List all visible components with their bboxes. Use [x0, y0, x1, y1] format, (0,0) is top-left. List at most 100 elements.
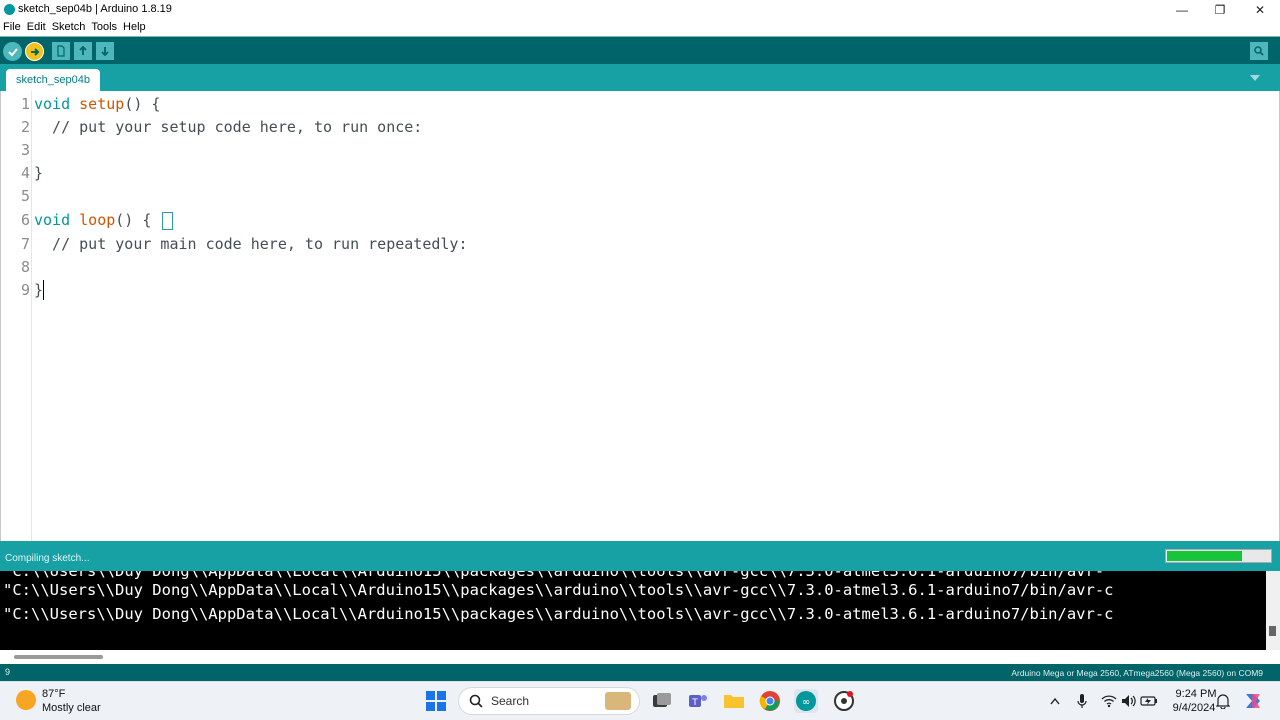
- svg-text:T: T: [691, 698, 698, 708]
- teams-button[interactable]: T: [686, 689, 710, 713]
- menu-sketch[interactable]: Sketch: [49, 20, 89, 36]
- code-line: }: [34, 164, 44, 182]
- line-number: 6: [20, 211, 30, 229]
- copilot-icon: [1246, 694, 1260, 708]
- progress-fill: [1167, 551, 1242, 561]
- editor-scrollbar[interactable]: [1267, 91, 1279, 541]
- copilot-button[interactable]: [1242, 690, 1264, 712]
- microphone-button[interactable]: [1073, 692, 1091, 710]
- arduino-app-icon: [4, 4, 15, 15]
- console-horizontal-scrollbar[interactable]: [0, 650, 1280, 664]
- line-number-gutter: 1 2 3 4 5 6 7 8 9: [2, 91, 32, 541]
- save-icon: [101, 47, 109, 57]
- tab-sketch[interactable]: sketch_sep04b: [6, 69, 100, 91]
- horizontal-scroll-thumb[interactable]: [14, 655, 103, 659]
- search-placeholder: Search: [491, 694, 530, 708]
- teams-icon: T: [689, 695, 707, 708]
- search-highlight-image: [605, 692, 631, 710]
- status-bar: Compiling sketch...: [0, 541, 1280, 571]
- new-icon: [57, 45, 65, 57]
- text-cursor: [43, 280, 44, 300]
- code-line: }: [34, 281, 44, 299]
- menu-edit[interactable]: Edit: [24, 20, 49, 36]
- line-number: 9: [20, 281, 30, 299]
- line-number: 5: [20, 187, 30, 205]
- minimize-button[interactable]: —: [1162, 0, 1202, 20]
- battery-charging-icon: [1140, 696, 1157, 706]
- file-explorer-button[interactable]: [722, 689, 746, 713]
- wifi-icon: [1101, 695, 1117, 708]
- title-bar: sketch_sep04b | Arduino 1.8.19 — ❐ ✕: [0, 0, 1280, 20]
- line-number: 2: [20, 118, 30, 136]
- obs-button[interactable]: [832, 689, 856, 713]
- battery-button[interactable]: [1140, 692, 1158, 710]
- microphone-icon: [1077, 694, 1087, 708]
- code-editor[interactable]: 1 2 3 4 5 6 7 8 9 void setup() { // put …: [0, 91, 1280, 541]
- serial-monitor-button[interactable]: [1250, 42, 1268, 60]
- folder-icon: [724, 695, 744, 708]
- tab-bar: sketch_sep04b: [0, 64, 1280, 91]
- windows-taskbar: 87°F Mostly clear Search T ∞ 9:24 PM 9/4…: [0, 681, 1280, 720]
- chevron-up-icon: [1050, 697, 1060, 705]
- console-line: "C:\\Users\\Duy Dong\\AppData\\Local\\Ar…: [3, 605, 1114, 623]
- board-port-info: Arduino Mega or Mega 2560, ATmega2560 (M…: [1011, 668, 1263, 678]
- upload-button[interactable]: [25, 42, 44, 61]
- menu-tools[interactable]: Tools: [88, 20, 120, 36]
- weather-moon-icon[interactable]: [16, 690, 36, 710]
- code-line: void setup() {: [34, 95, 161, 113]
- menu-bar: File Edit Sketch Tools Help: [0, 20, 1280, 36]
- open-button[interactable]: [74, 42, 92, 60]
- toolbar: [0, 36, 1280, 64]
- task-view-icon: [653, 693, 671, 707]
- open-icon: [79, 45, 87, 55]
- console-scrollbar[interactable]: [1266, 571, 1280, 650]
- window-title: sketch_sep04b | Arduino 1.8.19: [18, 3, 172, 15]
- search-icon: [469, 694, 483, 708]
- volume-button[interactable]: [1120, 692, 1138, 710]
- maximize-button[interactable]: ❐: [1200, 0, 1240, 20]
- weather-description[interactable]: Mostly clear: [42, 702, 101, 714]
- code-line: void loop() {: [34, 211, 152, 229]
- verify-button[interactable]: [3, 42, 22, 61]
- status-message: Compiling sketch...: [5, 553, 90, 564]
- chevron-down-icon: [1250, 75, 1260, 81]
- taskbar-search-box[interactable]: Search: [458, 687, 640, 715]
- menu-help[interactable]: Help: [120, 20, 149, 36]
- wifi-button[interactable]: [1100, 692, 1118, 710]
- verify-icon: [7, 47, 18, 56]
- chrome-icon: [759, 691, 780, 711]
- console-output[interactable]: "C:\\Users\\Duy Dong\\AppData\\Local\\Ar…: [0, 571, 1280, 650]
- arduino-icon: ∞: [796, 691, 816, 711]
- arduino-taskbar-button[interactable]: ∞: [794, 689, 818, 713]
- tab-menu-button[interactable]: [1248, 71, 1262, 85]
- line-number: 4: [20, 164, 30, 182]
- line-number: 3: [20, 141, 30, 159]
- line-number: 7: [20, 235, 30, 253]
- obs-record-icon: [834, 691, 854, 711]
- notifications-button[interactable]: [1214, 692, 1232, 710]
- volume-icon: [1122, 695, 1136, 707]
- current-line-number: 9: [5, 667, 11, 677]
- console-scroll-thumb[interactable]: [1269, 626, 1276, 636]
- svg-text:∞: ∞: [802, 697, 810, 708]
- task-view-button[interactable]: [650, 689, 674, 713]
- serial-monitor-icon: [1254, 46, 1264, 56]
- weather-temperature[interactable]: 87°F: [42, 688, 65, 700]
- compile-progress-bar: [1165, 549, 1272, 563]
- new-button[interactable]: [52, 42, 70, 60]
- console-line: "C:\\Users\\Duy Dong\\AppData\\Local\\Ar…: [3, 581, 1114, 599]
- bracket-match-highlight: [162, 212, 173, 230]
- line-number: 8: [20, 258, 30, 276]
- code-line: // put your setup code here, to run once…: [34, 118, 423, 136]
- save-button[interactable]: [96, 42, 114, 60]
- close-button[interactable]: ✕: [1240, 0, 1280, 20]
- code-line: // put your main code here, to run repea…: [34, 235, 468, 253]
- bell-icon: [1216, 694, 1230, 709]
- chrome-button[interactable]: [758, 689, 782, 713]
- show-hidden-icons-button[interactable]: [1046, 692, 1064, 710]
- start-button[interactable]: [424, 689, 448, 713]
- windows-logo-icon: [426, 691, 446, 711]
- menu-file[interactable]: File: [0, 20, 24, 36]
- line-number: 1: [20, 95, 30, 113]
- upload-icon: [30, 47, 39, 56]
